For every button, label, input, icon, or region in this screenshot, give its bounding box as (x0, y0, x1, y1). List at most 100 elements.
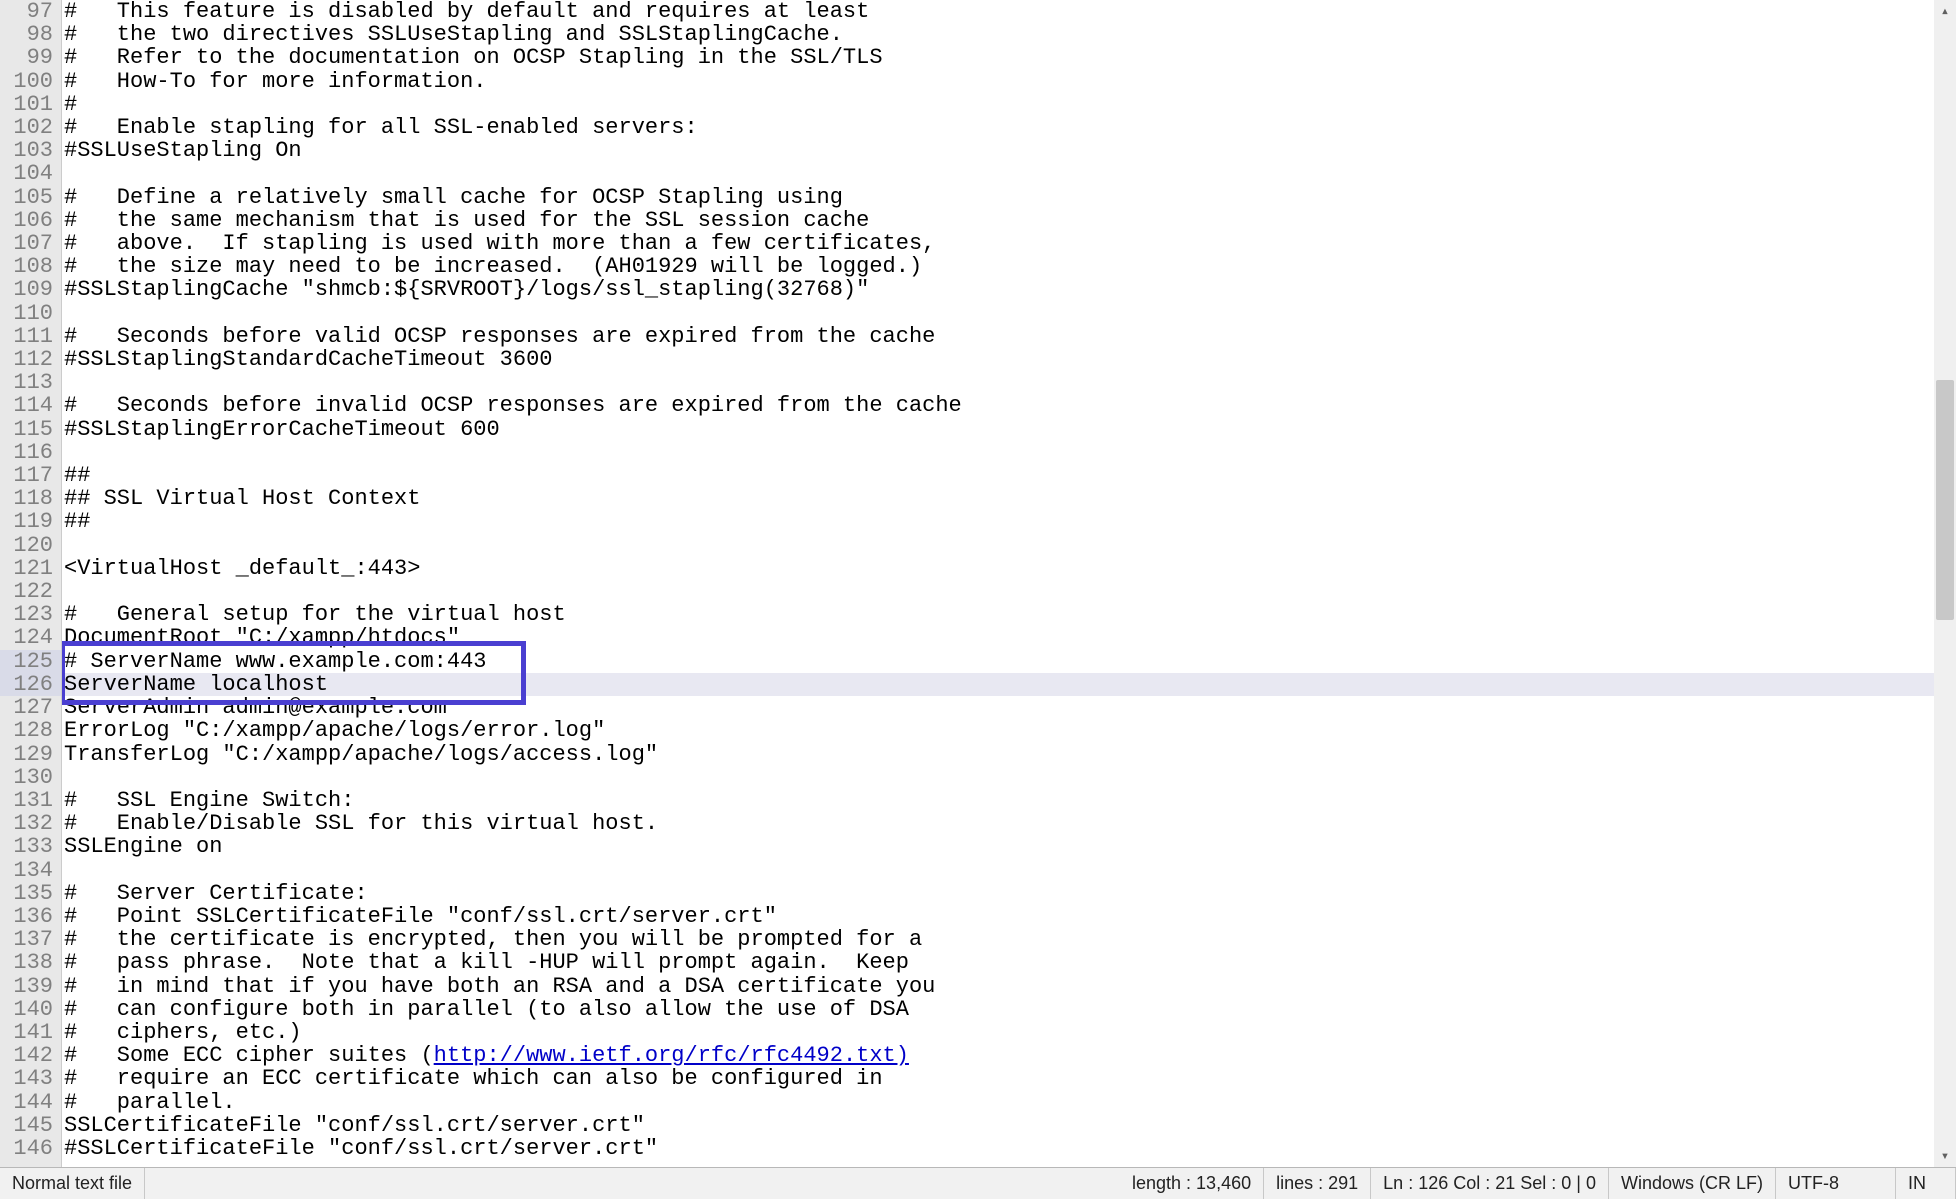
status-eol: Windows (CR LF) (1609, 1168, 1776, 1199)
line-number: 128 (0, 719, 61, 742)
line-number: 125 (0, 650, 61, 673)
code-line[interactable] (62, 534, 1956, 557)
code-line[interactable]: # General setup for the virtual host (62, 603, 1956, 626)
line-number: 137 (0, 928, 61, 951)
code-line[interactable]: #SSLStaplingErrorCacheTimeout 600 (62, 418, 1956, 441)
scroll-down-icon[interactable]: ▾ (1934, 1145, 1956, 1167)
code-line[interactable]: #SSLStaplingStandardCacheTimeout 3600 (62, 348, 1956, 371)
status-position: Ln : 126 Col : 21 Sel : 0 | 0 (1371, 1168, 1609, 1199)
code-line[interactable]: #SSLStaplingCache "shmcb:${SRVROOT}/logs… (62, 278, 1956, 301)
line-number: 104 (0, 162, 61, 185)
code-line[interactable]: # the size may need to be increased. (AH… (62, 255, 1956, 278)
line-number: 99 (0, 46, 61, 69)
line-number: 130 (0, 766, 61, 789)
line-number: 100 (0, 70, 61, 93)
code-line[interactable]: # the certificate is encrypted, then you… (62, 928, 1956, 951)
scroll-up-icon[interactable]: ▴ (1934, 0, 1956, 22)
line-number: 133 (0, 835, 61, 858)
line-number: 102 (0, 116, 61, 139)
code-line[interactable] (62, 302, 1956, 325)
code-line[interactable]: #SSLUseStapling On (62, 139, 1956, 162)
code-line[interactable]: # can configure both in parallel (to als… (62, 998, 1956, 1021)
line-number: 117 (0, 464, 61, 487)
code-line[interactable]: # the same mechanism that is used for th… (62, 209, 1956, 232)
code-line[interactable]: # Define a relatively small cache for OC… (62, 186, 1956, 209)
line-number: 110 (0, 302, 61, 325)
code-line[interactable]: # the two directives SSLUseStapling and … (62, 23, 1956, 46)
url-link[interactable]: http://www.ietf.org/rfc/rfc4492.txt) (434, 1043, 909, 1068)
code-line[interactable]: # Seconds before valid OCSP responses ar… (62, 325, 1956, 348)
line-number: 103 (0, 139, 61, 162)
code-line[interactable] (62, 580, 1956, 603)
code-line[interactable]: ServerAdmin admin@example.com (62, 696, 1956, 719)
line-number: 129 (0, 743, 61, 766)
status-file-type: Normal text file (0, 1168, 145, 1199)
code-line[interactable]: # above. If stapling is used with more t… (62, 232, 1956, 255)
code-line[interactable]: # Enable stapling for all SSL-enabled se… (62, 116, 1956, 139)
status-insert-mode: IN (1896, 1168, 1956, 1199)
line-number-gutter: 9798991001011021031041051061071081091101… (0, 0, 62, 1167)
line-number: 98 (0, 23, 61, 46)
code-line[interactable]: SSLEngine on (62, 835, 1956, 858)
code-area[interactable]: # This feature is disabled by default an… (62, 0, 1956, 1167)
code-line[interactable]: # in mind that if you have both an RSA a… (62, 975, 1956, 998)
code-line[interactable]: <VirtualHost _default_:443> (62, 557, 1956, 580)
code-line[interactable]: # ciphers, etc.) (62, 1021, 1956, 1044)
line-number: 123 (0, 603, 61, 626)
code-line[interactable]: # pass phrase. Note that a kill -HUP wil… (62, 951, 1956, 974)
code-line[interactable]: ServerName localhost (62, 673, 1956, 696)
code-line[interactable] (62, 859, 1956, 882)
code-line[interactable]: # This feature is disabled by default an… (62, 0, 1956, 23)
code-line[interactable]: # ServerName www.example.com:443 (62, 650, 1956, 673)
code-line[interactable]: DocumentRoot "C:/xampp/htdocs" (62, 626, 1956, 649)
code-line[interactable]: TransferLog "C:/xampp/apache/logs/access… (62, 743, 1956, 766)
status-encoding: UTF-8 (1776, 1168, 1896, 1199)
code-line[interactable]: # How-To for more information. (62, 70, 1956, 93)
code-line[interactable]: # Some ECC cipher suites (http://www.iet… (62, 1044, 1956, 1067)
code-line[interactable]: # (62, 93, 1956, 116)
line-number: 113 (0, 371, 61, 394)
code-line[interactable]: # Enable/Disable SSL for this virtual ho… (62, 812, 1956, 835)
line-number: 131 (0, 789, 61, 812)
code-line[interactable] (62, 371, 1956, 394)
code-line[interactable]: # parallel. (62, 1091, 1956, 1114)
code-line[interactable]: # require an ECC certificate which can a… (62, 1067, 1956, 1090)
line-number: 126 (0, 673, 61, 696)
code-line[interactable]: ## (62, 510, 1956, 533)
line-number: 127 (0, 696, 61, 719)
code-line[interactable]: ErrorLog "C:/xampp/apache/logs/error.log… (62, 719, 1956, 742)
line-number: 136 (0, 905, 61, 928)
code-line[interactable] (62, 441, 1956, 464)
vertical-scrollbar[interactable]: ▴ ▾ (1934, 0, 1956, 1167)
line-number: 138 (0, 951, 61, 974)
line-number: 114 (0, 394, 61, 417)
scroll-thumb[interactable] (1936, 380, 1954, 620)
line-number: 120 (0, 534, 61, 557)
line-number: 142 (0, 1044, 61, 1067)
code-line[interactable] (62, 162, 1956, 185)
line-number: 111 (0, 325, 61, 348)
line-number: 132 (0, 812, 61, 835)
code-line[interactable]: ## SSL Virtual Host Context (62, 487, 1956, 510)
code-line[interactable]: #SSLCertificateFile "conf/ssl.crt/server… (62, 1137, 1956, 1160)
line-number: 124 (0, 626, 61, 649)
code-line[interactable]: # Point SSLCertificateFile "conf/ssl.crt… (62, 905, 1956, 928)
line-number: 116 (0, 441, 61, 464)
code-line[interactable] (62, 766, 1956, 789)
line-number: 119 (0, 510, 61, 533)
code-line[interactable]: SSLCertificateFile "conf/ssl.crt/server.… (62, 1114, 1956, 1137)
code-line[interactable]: # Seconds before invalid OCSP responses … (62, 394, 1956, 417)
line-number: 134 (0, 859, 61, 882)
editor-pane[interactable]: 9798991001011021031041051061071081091101… (0, 0, 1956, 1167)
code-line[interactable]: # SSL Engine Switch: (62, 789, 1956, 812)
code-line[interactable]: # Refer to the documentation on OCSP Sta… (62, 46, 1956, 69)
code-line[interactable]: # Server Certificate: (62, 882, 1956, 905)
line-number: 101 (0, 93, 61, 116)
line-number: 105 (0, 186, 61, 209)
line-number: 107 (0, 232, 61, 255)
line-number: 121 (0, 557, 61, 580)
code-line[interactable]: ## (62, 464, 1956, 487)
line-number: 145 (0, 1114, 61, 1137)
line-number: 135 (0, 882, 61, 905)
line-number: 106 (0, 209, 61, 232)
